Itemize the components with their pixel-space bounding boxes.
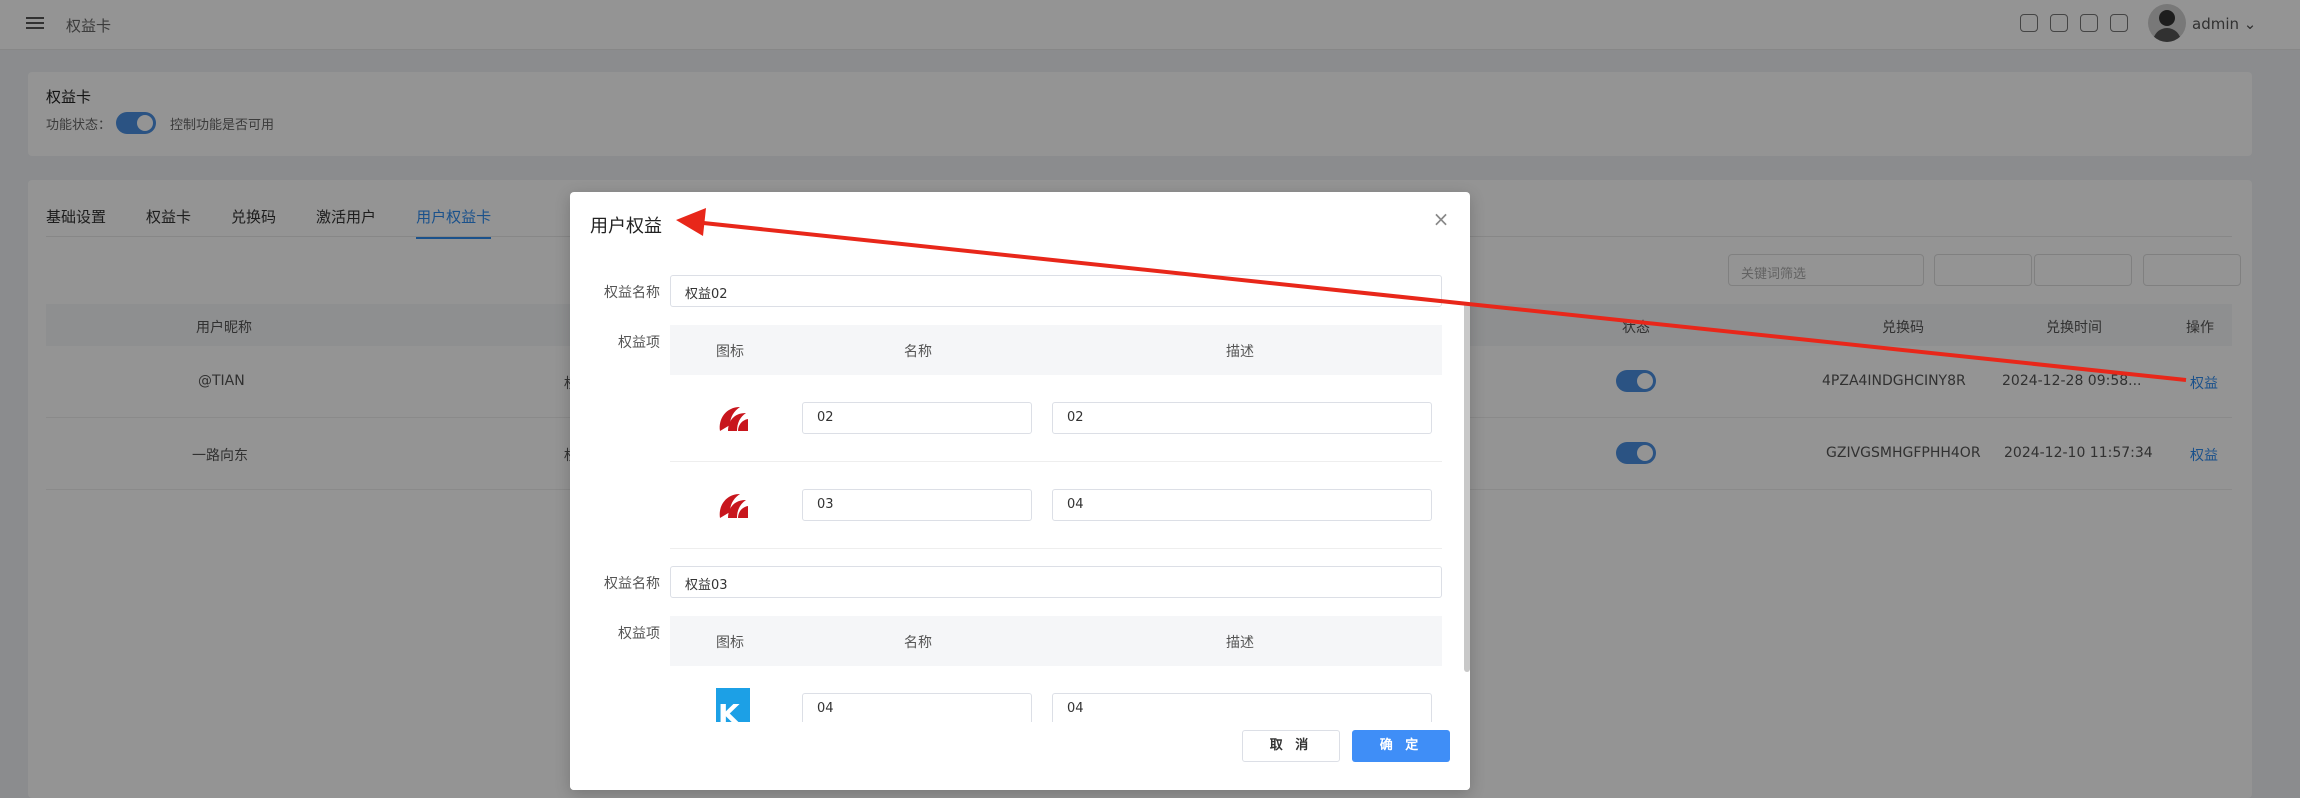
rights-name-input[interactable]: 权益02: [670, 275, 1442, 307]
item-name-input[interactable]: 04: [802, 693, 1032, 722]
rights-name-input[interactable]: 权益03: [670, 566, 1442, 598]
dialog-scrollbar[interactable]: [1464, 302, 1470, 672]
rights-item-row: 02 02: [670, 375, 1442, 462]
user-rights-dialog: 用户权益 × 权益名称 权益02 权益项 图标 名称 描述 02 02 03 0…: [570, 192, 1470, 790]
rights-item-row: K 04 04: [670, 666, 1442, 722]
col-icon: 图标: [716, 635, 744, 651]
items-table-header: 图标 名称 描述: [670, 325, 1442, 375]
col-icon: 图标: [716, 344, 744, 360]
rights-name-label: 权益名称: [604, 576, 660, 592]
rights-name-label: 权益名称: [604, 285, 660, 301]
item-desc-input[interactable]: 04: [1052, 693, 1432, 722]
cancel-button[interactable]: 取 消: [1242, 730, 1340, 762]
item-desc-input[interactable]: 04: [1052, 489, 1432, 521]
item-desc-input[interactable]: 02: [1052, 402, 1432, 434]
red-swirl-logo-icon: [719, 494, 748, 518]
item-name-input[interactable]: 02: [802, 402, 1032, 434]
col-desc: 描述: [1226, 635, 1254, 651]
dialog-footer: 取 消 确 定: [570, 722, 1470, 790]
dialog-title: 用户权益: [590, 216, 662, 237]
blue-k-logo-icon: K: [716, 688, 750, 722]
dialog-body[interactable]: 权益名称 权益02 权益项 图标 名称 描述 02 02 03 04 权益名称 …: [570, 252, 1470, 722]
rights-item-row: 03 04: [670, 462, 1442, 549]
confirm-button[interactable]: 确 定: [1352, 730, 1450, 762]
red-swirl-logo-icon: [719, 407, 748, 431]
rights-items-label: 权益项: [618, 626, 660, 642]
items-table-header: 图标 名称 描述: [670, 616, 1442, 666]
col-name: 名称: [904, 635, 932, 651]
item-name-input[interactable]: 03: [802, 489, 1032, 521]
col-desc: 描述: [1226, 344, 1254, 360]
close-icon[interactable]: ×: [1432, 209, 1450, 229]
col-name: 名称: [904, 344, 932, 360]
rights-items-label: 权益项: [618, 335, 660, 351]
